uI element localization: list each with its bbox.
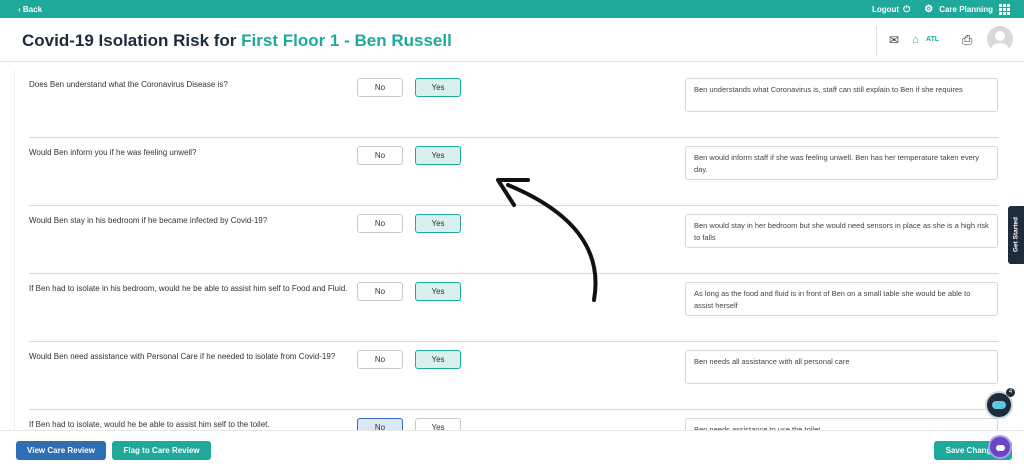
header-divider (876, 26, 877, 56)
back-link[interactable]: ‹ Back (18, 5, 42, 14)
yes-button[interactable]: Yes (415, 418, 461, 430)
question-text: Would Ben inform you if he was feeling u… (29, 148, 197, 157)
get-started-tab[interactable]: Get Started (1008, 206, 1024, 264)
yes-button[interactable]: Yes (415, 282, 461, 301)
footer-bar: View Care Review Flag to Care Review Sav… (0, 430, 1024, 470)
yes-button[interactable]: Yes (415, 214, 461, 233)
gear-icon[interactable]: ⚙ (924, 4, 933, 15)
page-title-prefix: Covid-19 Isolation Risk for (22, 31, 242, 50)
question-text: Would Ben stay in his bedroom if he beca… (29, 216, 268, 225)
comment-field[interactable]: As long as the food and fluid is in fron… (685, 282, 998, 316)
top-bar-actions: Logout ⏻ ⚙ Care Planning (866, 4, 1010, 15)
home-icon[interactable]: ⌂ (912, 34, 919, 46)
question-row: Does Ben understand what the Coronavirus… (29, 70, 999, 138)
care-planning-link[interactable]: Care Planning (939, 5, 993, 14)
question-text: Would Ben need assistance with Personal … (29, 352, 336, 361)
no-button[interactable]: No (357, 78, 403, 97)
no-button[interactable]: No (357, 214, 403, 233)
chat-cloud-icon (992, 401, 1006, 409)
get-started-label: Get Started (1012, 216, 1020, 253)
flag-to-care-review-button[interactable]: Flag to Care Review (112, 441, 211, 460)
logout-icon[interactable]: ⏻ (903, 4, 910, 15)
comment-field[interactable]: Ben would stay in her bedroom but she wo… (685, 214, 998, 248)
question-text: If Ben had to isolate, would he be able … (29, 420, 270, 429)
location-label[interactable]: ATL (926, 36, 939, 43)
question-row: Would Ben need assistance with Personal … (29, 342, 999, 410)
avatar[interactable] (987, 26, 1013, 52)
yes-button[interactable]: Yes (415, 146, 461, 165)
no-button[interactable]: No (357, 146, 403, 165)
help-chat-icon[interactable] (988, 435, 1012, 459)
yes-button[interactable]: Yes (415, 78, 461, 97)
question-row: Would Ben stay in his bedroom if he beca… (29, 206, 999, 274)
logout-link[interactable]: Logout (872, 5, 899, 14)
print-icon[interactable]: ⎙ (962, 32, 972, 48)
page-header: Covid-19 Isolation Risk for First Floor … (0, 18, 1024, 62)
question-row: If Ben had to isolate in his bedroom, wo… (29, 274, 999, 342)
page-title: Covid-19 Isolation Risk for First Floor … (22, 31, 452, 51)
no-button[interactable]: No (357, 418, 403, 430)
comment-field[interactable]: Ben needs all assistance with all person… (685, 350, 998, 384)
comment-field[interactable]: Ben understands what Coronavirus is, sta… (685, 78, 998, 112)
question-row: Would Ben inform you if he was feeling u… (29, 138, 999, 206)
mail-icon[interactable]: ✉ (889, 33, 899, 47)
apps-grid-icon[interactable] (999, 4, 1010, 15)
comment-field[interactable]: Ben would inform staff if she was feelin… (685, 146, 998, 180)
comment-field[interactable]: Ben needs assistance to use the toilet (685, 418, 998, 430)
no-button[interactable]: No (357, 350, 403, 369)
no-button[interactable]: No (357, 282, 403, 301)
top-bar: ‹ Back Logout ⏻ ⚙ Care Planning (0, 0, 1024, 18)
question-text: If Ben had to isolate in his bedroom, wo… (29, 284, 348, 293)
chat-bubble-icon[interactable]: 4 (985, 388, 1015, 419)
chat-badge: 4 (1006, 388, 1015, 397)
question-text: Does Ben understand what the Coronavirus… (29, 80, 228, 89)
assessment-form: Does Ben understand what the Coronavirus… (14, 70, 1009, 430)
question-row: If Ben had to isolate, would he be able … (29, 410, 999, 430)
resident-name: First Floor 1 - Ben Russell (241, 31, 452, 50)
yes-button[interactable]: Yes (415, 350, 461, 369)
view-care-review-button[interactable]: View Care Review (16, 441, 106, 460)
